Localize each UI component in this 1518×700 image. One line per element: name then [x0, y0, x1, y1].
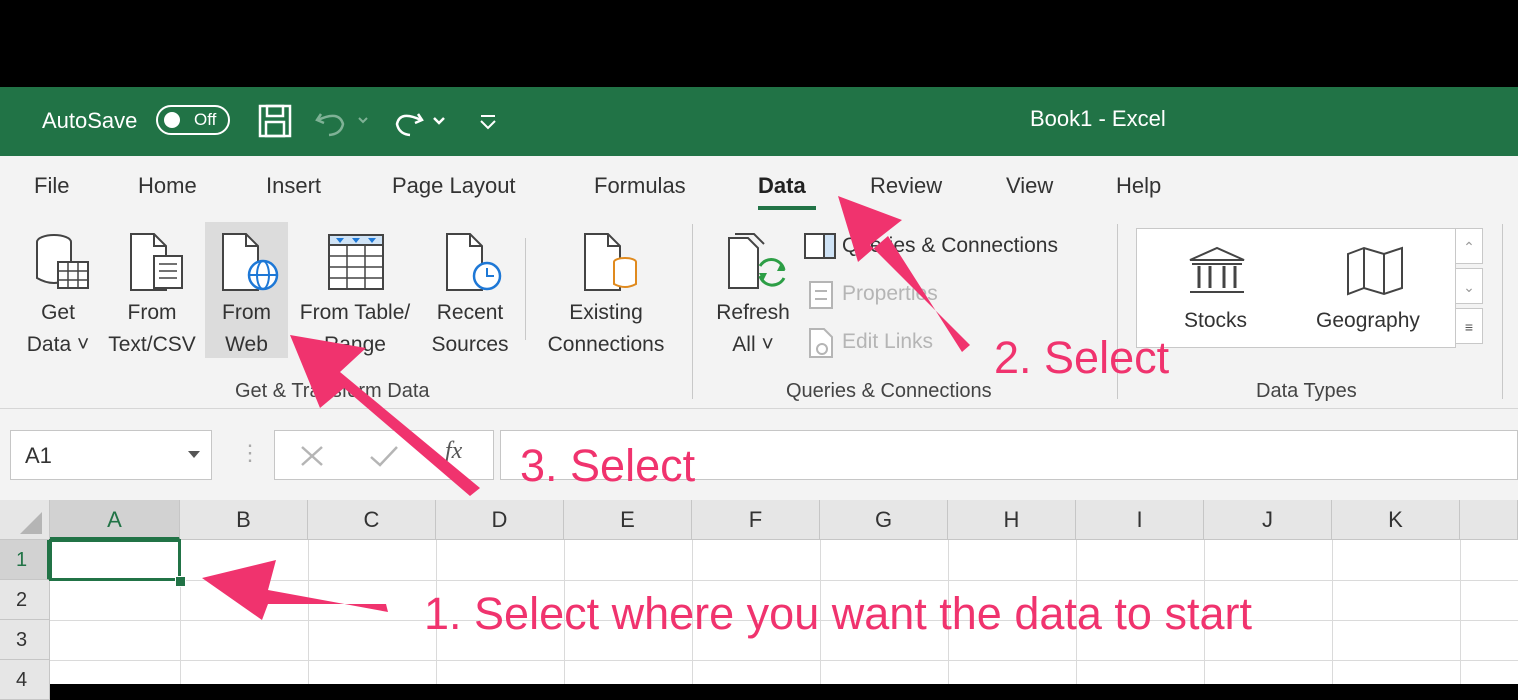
step3-annotation: 3. Select: [520, 440, 696, 491]
arrow-to-data-tab: [838, 196, 970, 352]
step2-annotation: 2. Select: [994, 332, 1170, 383]
annotation-arrows: [202, 196, 970, 620]
step1-annotation: 1. Select where you want the data to sta…: [424, 588, 1252, 639]
arrow-to-from-web: [290, 335, 480, 496]
arrow-to-cell-a1: [202, 560, 388, 620]
